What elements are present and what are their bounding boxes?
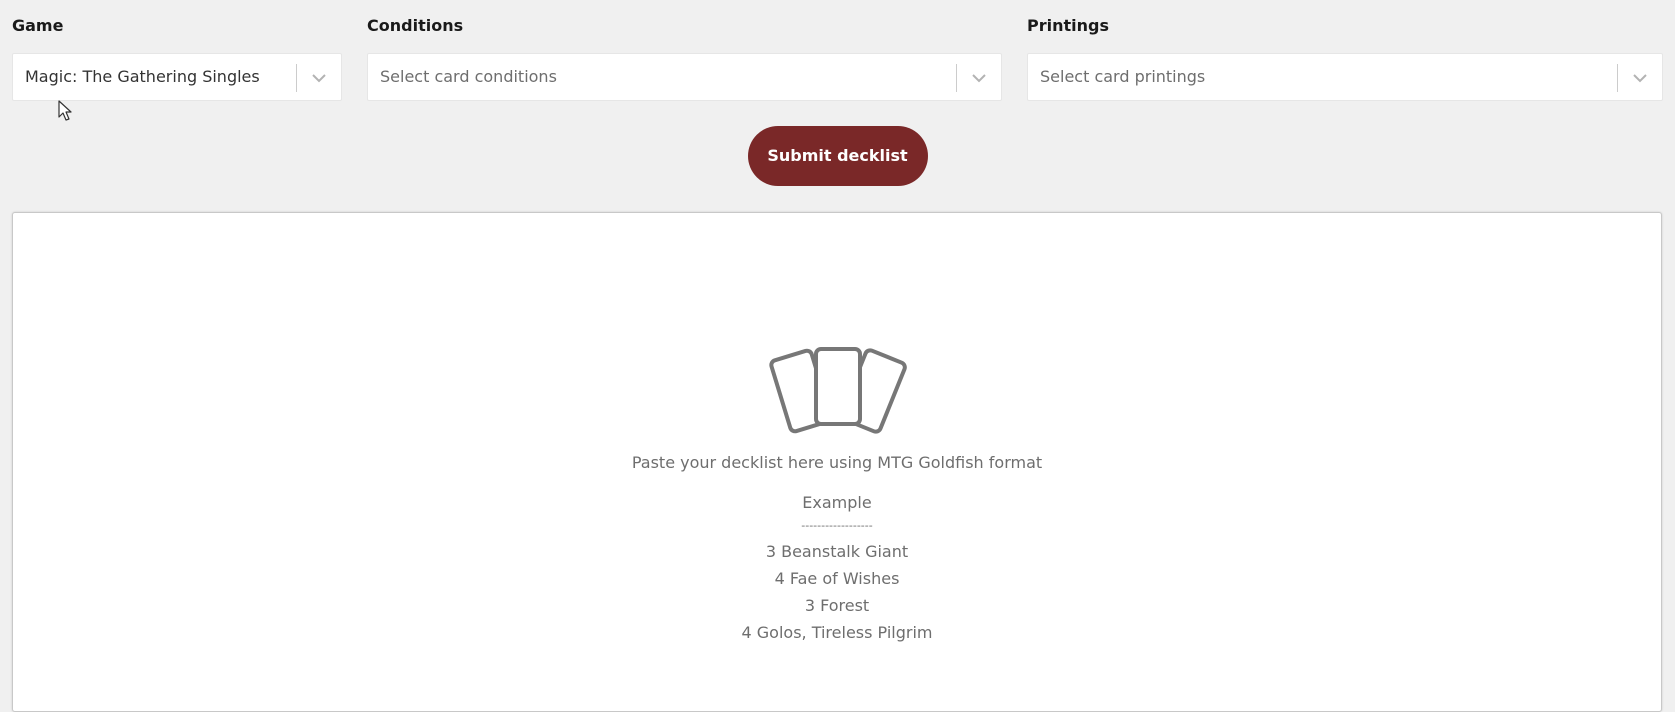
select-separator — [296, 64, 297, 92]
example-line: 4 Golos, Tireless Pilgrim — [741, 623, 933, 642]
chevron-down-icon[interactable] — [969, 69, 989, 87]
printings-select[interactable]: Select card printings — [1027, 53, 1663, 101]
decklist-textarea[interactable]: Paste your decklist here using MTG Goldf… — [12, 212, 1662, 712]
mouse-pointer-icon — [58, 100, 72, 121]
game-label: Game — [12, 16, 64, 35]
cards-icon — [769, 347, 907, 434]
filter-bar: Game Magic: The Gathering Singles Condit… — [0, 0, 1675, 110]
game-select[interactable]: Magic: The Gathering Singles — [12, 53, 342, 101]
printings-label: Printings — [1027, 16, 1109, 35]
example-divider: ------------------ — [801, 519, 873, 532]
game-select-value: Magic: The Gathering Singles — [25, 67, 260, 86]
select-separator — [956, 64, 957, 92]
select-separator — [1617, 64, 1618, 92]
chevron-down-icon[interactable] — [1630, 69, 1650, 87]
submit-row: Submit decklist — [0, 126, 1675, 186]
example-line: 4 Fae of Wishes — [774, 569, 900, 588]
decklist-instruction: Paste your decklist here using MTG Goldf… — [631, 453, 1043, 472]
conditions-select-placeholder: Select card conditions — [380, 67, 557, 86]
printings-select-placeholder: Select card printings — [1040, 67, 1206, 86]
example-title: Example — [802, 493, 872, 512]
conditions-select[interactable]: Select card conditions — [367, 53, 1002, 101]
example-line: 3 Forest — [804, 596, 870, 615]
example-list: 3 Beanstalk Giant 4 Fae of Wishes 3 Fore… — [13, 538, 1661, 646]
submit-decklist-button[interactable]: Submit decklist — [747, 126, 928, 186]
chevron-down-icon[interactable] — [309, 69, 329, 87]
decklist-empty-state: Paste your decklist here using MTG Goldf… — [13, 345, 1661, 646]
example-line: 3 Beanstalk Giant — [765, 542, 909, 561]
conditions-label: Conditions — [367, 16, 464, 35]
